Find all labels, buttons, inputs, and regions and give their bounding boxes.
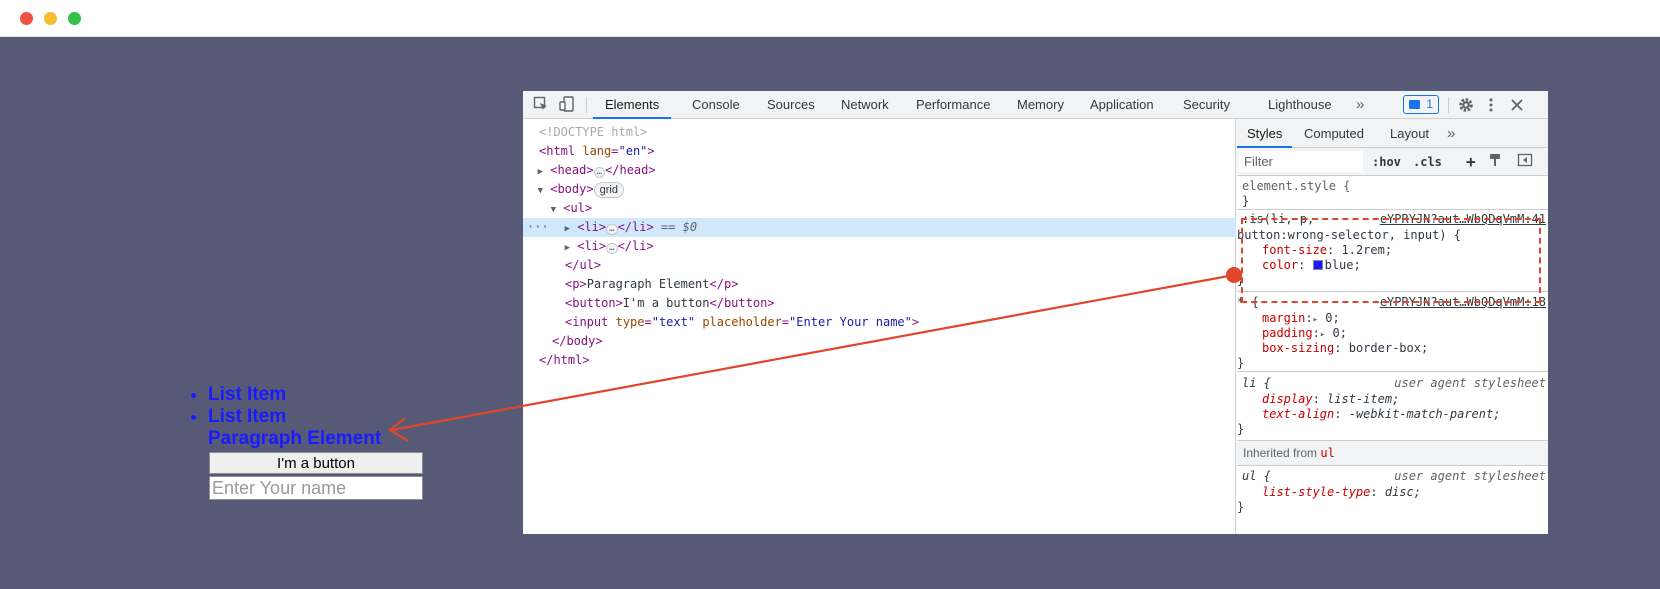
css-property-list-style-type: list-style-type: disc; bbox=[1262, 485, 1421, 499]
window-titlebar bbox=[0, 0, 1660, 37]
css-property-text-align: text-align: -webkit-match-parent; bbox=[1262, 407, 1501, 421]
expand-triangle-icon: ▸ bbox=[1319, 330, 1326, 340]
issues-badge[interactable]: 1 bbox=[1403, 95, 1439, 114]
collapsed-ellipsis[interactable]: … bbox=[606, 224, 618, 235]
gutter-dots-icon[interactable]: ··· bbox=[523, 218, 549, 237]
rule-selector-line: li {user agent stylesheet bbox=[1242, 376, 1546, 390]
tab-styles[interactable]: Styles bbox=[1237, 119, 1293, 148]
styles-pane: Styles Computed Layout » :hov .cls + ele… bbox=[1237, 119, 1548, 534]
dom-node-input[interactable]: <input type="text" placeholder="Enter Yo… bbox=[523, 313, 1236, 332]
preview-button[interactable]: I'm a button bbox=[209, 452, 423, 474]
close-window-dot[interactable] bbox=[20, 12, 33, 25]
collapsed-ellipsis[interactable]: … bbox=[606, 243, 618, 254]
dom-node-doctype[interactable]: <!DOCTYPE html> bbox=[523, 123, 1236, 142]
dom-node-html[interactable]: <html lang="en"> bbox=[523, 142, 1236, 161]
user-agent-source: user agent stylesheet bbox=[1394, 376, 1546, 390]
dom-node-li[interactable]: ▶ <li>… </li> bbox=[523, 237, 1236, 256]
css-property-margin[interactable]: margin:▸ 0; bbox=[1237, 311, 1548, 326]
inspect-element-icon[interactable] bbox=[532, 96, 550, 114]
css-property-box-sizing[interactable]: box-sizing: border-box; bbox=[1237, 341, 1548, 356]
more-style-tabs-icon[interactable]: » bbox=[1447, 119, 1455, 148]
issues-count: 1 bbox=[1426, 97, 1433, 111]
paint-format-icon[interactable] bbox=[1486, 152, 1504, 170]
dom-node-ul[interactable]: ▼ <ul> bbox=[523, 199, 1236, 218]
dom-node-li-selected[interactable]: ··· ▶ <li>… </li> == $0 bbox=[523, 218, 1236, 237]
new-style-rule-button[interactable]: + bbox=[1466, 152, 1476, 172]
tab-performance[interactable]: Performance bbox=[916, 91, 990, 119]
inherited-selector-link[interactable]: ul bbox=[1320, 446, 1334, 460]
preview-paragraph: Paragraph Element bbox=[208, 428, 382, 449]
devtools-toolbar: Elements Console Sources Network Perform… bbox=[523, 91, 1548, 119]
minimize-window-dot[interactable] bbox=[44, 12, 57, 25]
class-toggle[interactable]: .cls bbox=[1413, 152, 1442, 172]
styles-filter-input[interactable] bbox=[1239, 151, 1363, 172]
rule-universal[interactable]: * {eYPRYJN?aut…WbQDqVmM:18 margin:▸ 0; p… bbox=[1237, 294, 1548, 372]
maximize-window-dot[interactable] bbox=[68, 12, 81, 25]
collapsed-ellipsis[interactable]: … bbox=[593, 167, 606, 178]
tab-lighthouse[interactable]: Lighthouse bbox=[1268, 91, 1332, 119]
tab-application[interactable]: Application bbox=[1090, 91, 1154, 119]
dom-node-p[interactable]: <p>Paragraph Element</p> bbox=[523, 275, 1236, 294]
user-agent-source: user agent stylesheet bbox=[1394, 469, 1546, 483]
annotation-highlight-box bbox=[1241, 218, 1541, 303]
preview-list-item: List Item bbox=[208, 384, 440, 406]
dom-node-body[interactable]: ▼ <body> grid bbox=[523, 180, 1236, 199]
devtools-window: Elements Console Sources Network Perform… bbox=[523, 91, 1548, 534]
dom-node-button[interactable]: <button>I'm a button</button> bbox=[523, 294, 1236, 313]
dom-node-html-close[interactable]: </html> bbox=[523, 351, 1236, 370]
toggle-sidebar-icon[interactable] bbox=[1516, 152, 1534, 170]
tab-elements[interactable]: Elements bbox=[593, 91, 672, 119]
grid-badge[interactable]: grid bbox=[593, 182, 624, 198]
toolbar-divider bbox=[1448, 97, 1449, 113]
inherited-from-header: Inherited from ul bbox=[1237, 441, 1548, 466]
tab-layout[interactable]: Layout bbox=[1390, 119, 1429, 148]
toolbar-divider bbox=[586, 97, 587, 113]
styles-tabbar: Styles Computed Layout » bbox=[1237, 119, 1548, 148]
preview-list: List Item List Item bbox=[180, 384, 440, 428]
elements-tree: <!DOCTYPE html> <html lang="en"> ▶ <head… bbox=[523, 119, 1236, 534]
tab-network[interactable]: Network bbox=[841, 91, 889, 119]
preview-name-input[interactable] bbox=[209, 476, 423, 500]
tab-memory[interactable]: Memory bbox=[1017, 91, 1064, 119]
message-icon bbox=[1409, 100, 1420, 109]
rule-element-style[interactable]: element.style { } bbox=[1237, 179, 1548, 210]
rule-selector-line: ul {user agent stylesheet bbox=[1242, 469, 1546, 483]
rule-ul-user-agent: ul {user agent stylesheet list-style-typ… bbox=[1237, 469, 1546, 514]
dom-node-ul-close[interactable]: </ul> bbox=[523, 256, 1236, 275]
dom-node-body-close[interactable]: </body> bbox=[523, 332, 1236, 351]
styles-filter-bar: :hov .cls + bbox=[1237, 148, 1548, 176]
settings-gear-icon[interactable] bbox=[1457, 96, 1475, 114]
expand-triangle-icon: ▸ bbox=[1312, 315, 1319, 325]
more-options-icon[interactable] bbox=[1482, 96, 1500, 114]
tab-sources[interactable]: Sources bbox=[767, 91, 815, 119]
more-tabs-icon[interactable]: » bbox=[1356, 91, 1364, 119]
dom-node-head[interactable]: ▶ <head>… </head> bbox=[523, 161, 1236, 180]
page-preview: List Item List Item Paragraph Element I'… bbox=[180, 384, 440, 500]
hover-state-toggle[interactable]: :hov bbox=[1372, 152, 1401, 172]
rule-li-user-agent: li {user agent stylesheet display: list-… bbox=[1237, 375, 1548, 441]
selected-node-ref: == $0 bbox=[660, 220, 698, 234]
tab-computed[interactable]: Computed bbox=[1304, 119, 1364, 148]
css-property-padding[interactable]: padding:▸ 0; bbox=[1237, 326, 1548, 341]
close-devtools-icon[interactable] bbox=[1508, 96, 1526, 114]
tab-console[interactable]: Console bbox=[692, 91, 740, 119]
css-property-display: display: list-item; bbox=[1262, 392, 1400, 406]
device-toolbar-icon[interactable] bbox=[558, 96, 576, 114]
tab-security[interactable]: Security bbox=[1183, 91, 1230, 119]
preview-list-item: List Item bbox=[208, 406, 440, 428]
